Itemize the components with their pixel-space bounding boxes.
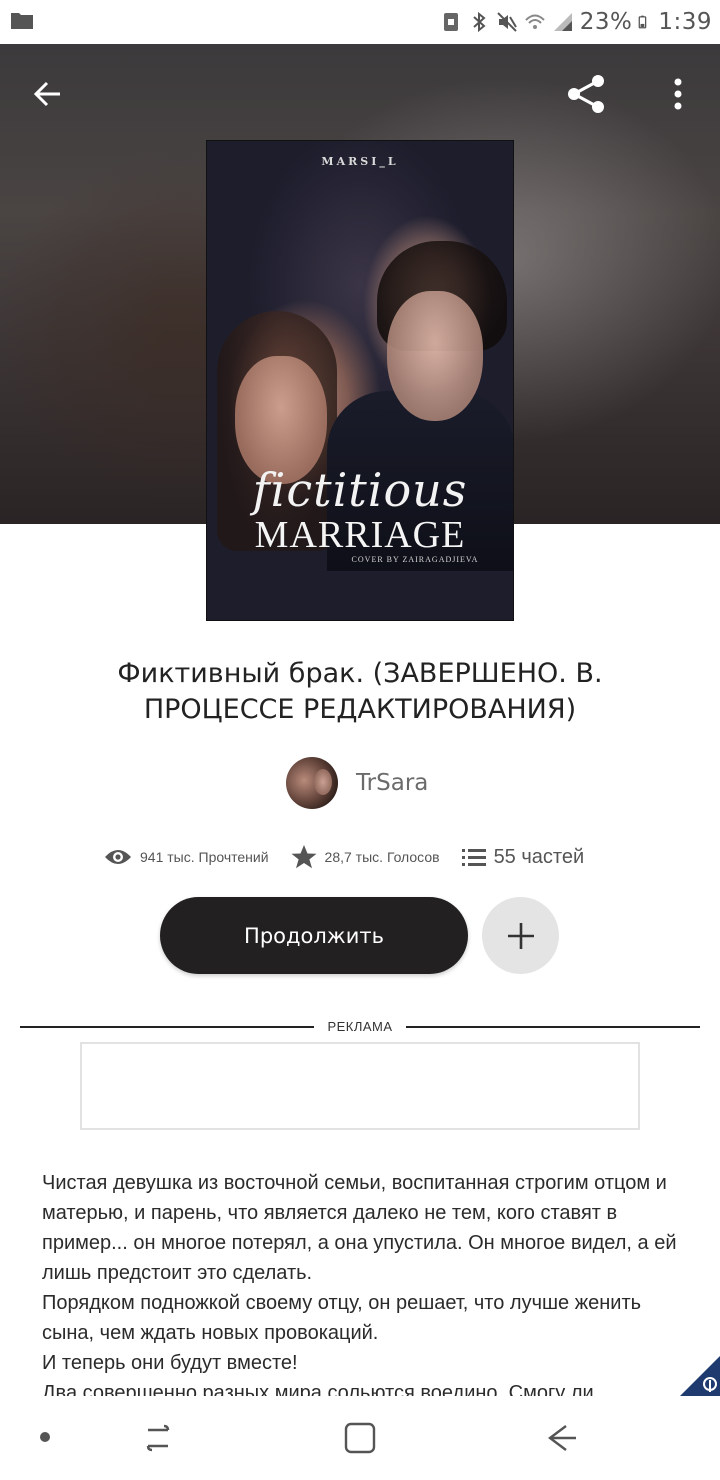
plus-icon [507, 922, 534, 949]
votes-stat: 28,7 тыс. Голосов [291, 844, 440, 870]
cover-author-text: MARSI_L [321, 155, 399, 168]
book-title: Фиктивный брак. (ЗАВЕРШЕНО. В. ПРОЦЕССЕ … [117, 658, 603, 725]
battery-icon [638, 15, 647, 29]
reads-stat: 941 тыс. Прочтений [104, 847, 269, 867]
clock: 1:39 [658, 9, 712, 35]
sim-icon [443, 13, 458, 31]
system-nav-bar [0, 1396, 720, 1480]
nav-dot-icon[interactable] [40, 1432, 50, 1442]
battery-percent: 23% [579, 9, 633, 35]
author-avatar[interactable] [286, 757, 338, 809]
more-options-button[interactable] [650, 66, 706, 122]
info-badge-icon[interactable] [680, 1356, 720, 1396]
add-to-library-button[interactable] [482, 897, 559, 974]
arrow-left-icon [33, 81, 60, 107]
continue-reading-button[interactable]: Продолжить [160, 897, 468, 974]
signal-icon [553, 13, 572, 31]
nav-back-icon[interactable] [544, 1420, 580, 1456]
back-button[interactable] [20, 66, 76, 122]
status-bar: 23% 1:39 [0, 0, 720, 44]
book-cover[interactable]: MARSI_L fictitious MARRIAGE COVER BY ZAI… [206, 140, 514, 621]
share-button[interactable] [558, 66, 614, 122]
story-description: Чистая девушка из восточной семьи, воспи… [42, 1168, 682, 1396]
folder-icon [11, 13, 33, 29]
description-paragraph: Два совершенно разных мира сольются воед… [42, 1382, 594, 1396]
eye-icon [105, 850, 131, 864]
ad-label: РЕКЛАМА [327, 1019, 393, 1034]
cover-script-title: fictitious [252, 463, 468, 517]
ad-slot[interactable] [80, 1042, 640, 1130]
story-stats: 941 тыс. Прочтений 28,7 тыс. Голосов 55 … [104, 840, 606, 874]
share-icon [568, 75, 604, 113]
author-name[interactable]: TrSara [356, 770, 428, 796]
wifi-icon [525, 14, 545, 29]
description-paragraph: И теперь они будут вместе! [42, 1352, 298, 1374]
more-vert-icon [674, 78, 682, 110]
author-row[interactable]: TrSara [286, 756, 428, 810]
list-icon [461, 849, 486, 866]
home-icon[interactable] [342, 1420, 378, 1456]
bluetooth-icon [473, 11, 486, 33]
cover-credit: COVER BY ZAIRAGADJIEVA [351, 555, 479, 564]
parts-count: 55 частей [493, 845, 585, 868]
star-icon [291, 845, 317, 869]
description-paragraph: Порядком подножкой своему отцу, он решае… [42, 1292, 642, 1344]
parts-stat: 55 частей [461, 845, 585, 869]
mute-icon [497, 12, 517, 32]
recent-apps-icon[interactable] [140, 1420, 176, 1456]
description-paragraph: Чистая девушка из восточной семьи, воспи… [42, 1172, 677, 1284]
ad-divider: РЕКЛАМА [20, 1016, 700, 1038]
cover-main-title: MARRIAGE [254, 514, 466, 556]
votes-count: 28,7 тыс. Голосов [324, 849, 440, 865]
reads-count: 941 тыс. Прочтений [140, 849, 269, 865]
